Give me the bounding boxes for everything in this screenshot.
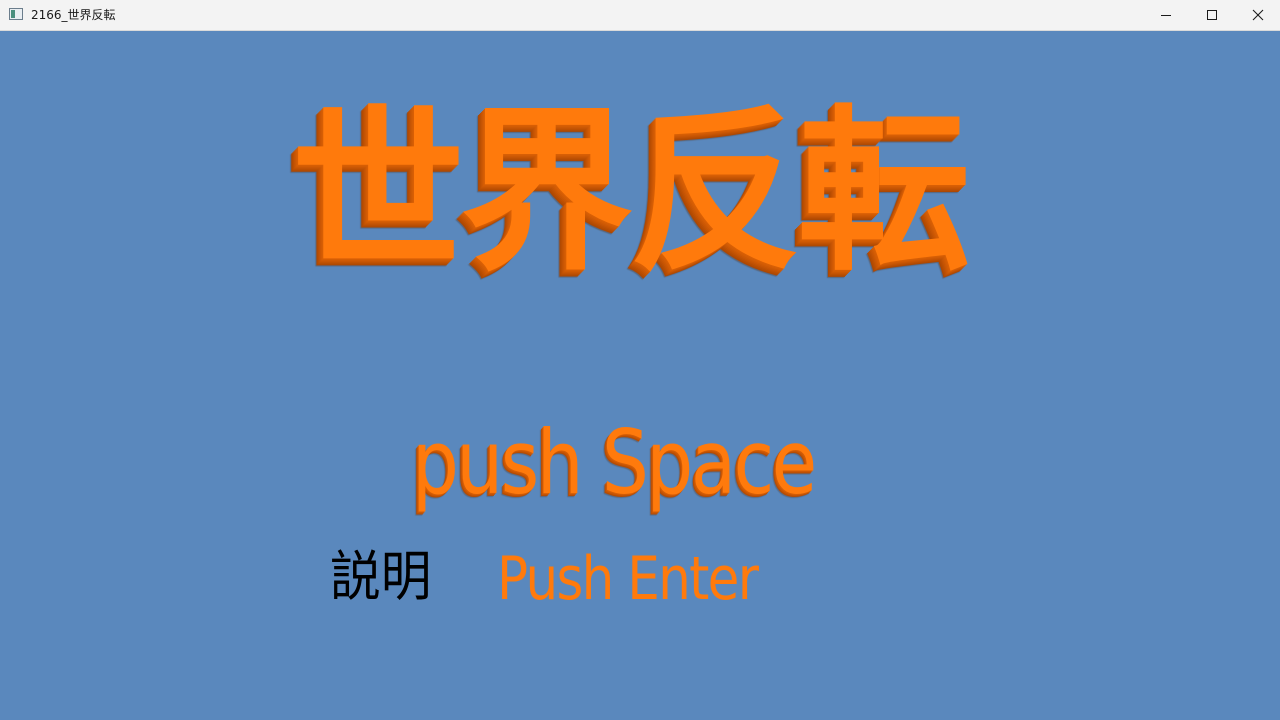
start-prompt: push Space [412, 411, 817, 514]
minimize-icon [1161, 15, 1171, 16]
window-title: 2166_世界反転 [31, 8, 116, 22]
minimize-button[interactable] [1143, 0, 1189, 30]
manual-prompt: Push Enter [497, 544, 759, 614]
close-icon [1252, 9, 1264, 21]
game-title-logo: 世界反転 [292, 90, 970, 295]
maximize-button[interactable] [1189, 0, 1235, 30]
game-window: 2166_世界反転 世界反転 push Space 説明 Push Enter [0, 0, 1280, 720]
close-button[interactable] [1235, 0, 1280, 30]
window-titlebar[interactable]: 2166_世界反転 [0, 0, 1280, 31]
maximize-icon [1207, 10, 1217, 20]
manual-label: 説明 [330, 545, 432, 608]
app-window-icon [9, 8, 23, 20]
